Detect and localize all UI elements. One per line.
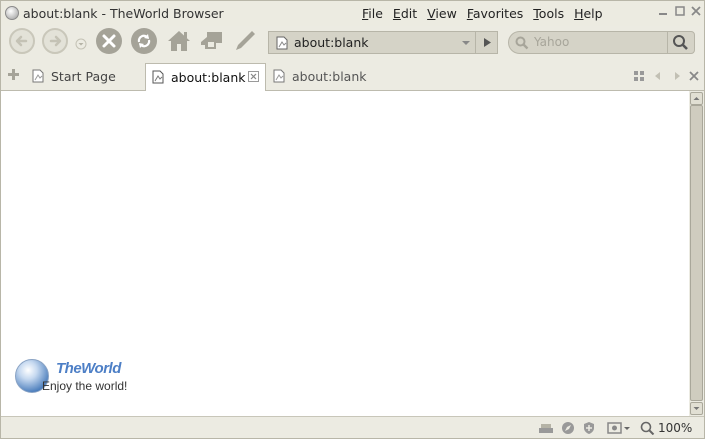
page-icon	[276, 36, 288, 53]
menu-favorites[interactable]: Favorites	[467, 6, 523, 21]
zoom-icon[interactable]	[640, 421, 655, 438]
screenshot-icon[interactable]	[607, 421, 631, 438]
scroll-down-icon[interactable]	[690, 402, 703, 415]
logo-brand: TheWorld	[56, 360, 121, 377]
tab-label: about:blank	[292, 69, 367, 84]
vertical-scrollbar[interactable]	[689, 91, 704, 416]
edit-pencil-icon[interactable]	[233, 29, 257, 56]
zoom-level[interactable]: 100%	[658, 421, 692, 435]
page-icon	[32, 69, 44, 86]
page-content[interactable]: TheWorld Enjoy the world!	[1, 91, 689, 416]
home-icon[interactable]	[166, 29, 192, 56]
minimize-icon[interactable]	[656, 6, 670, 19]
logo-tagline: Enjoy the world!	[42, 379, 128, 393]
scrollbar-thumb[interactable]	[690, 105, 703, 401]
theworld-logo: TheWorld Enjoy the world!	[15, 357, 135, 397]
address-dropdown-icon[interactable]	[459, 32, 473, 53]
search-icon	[673, 35, 688, 50]
close-all-tabs-icon[interactable]	[689, 70, 699, 84]
search-box[interactable]: Yahoo	[508, 31, 695, 54]
toolbar: about:blank Yahoo	[1, 26, 704, 60]
address-value[interactable]: about:blank	[294, 35, 369, 50]
menu-edit[interactable]: Edit	[393, 6, 417, 21]
search-placeholder[interactable]: Yahoo	[534, 35, 569, 49]
menu-tools[interactable]: Tools	[533, 6, 564, 21]
back-arrow-icon	[15, 35, 28, 47]
restore-tab-icon[interactable]	[199, 29, 225, 56]
back-button[interactable]	[9, 28, 35, 54]
close-tab-icon[interactable]	[248, 71, 259, 82]
browser-window: about:blank - TheWorld Browser File Edit…	[0, 0, 705, 439]
tab-label: about:blank	[171, 70, 246, 85]
tab-start-page[interactable]: Start Page	[26, 63, 144, 90]
shield-icon[interactable]	[582, 421, 596, 438]
refresh-icon	[137, 34, 151, 48]
stop-button[interactable]	[96, 28, 122, 54]
go-button[interactable]	[475, 32, 498, 53]
tab-about-blank[interactable]: about:blank	[267, 63, 385, 90]
app-icon[interactable]	[5, 6, 19, 20]
menu-file[interactable]: File	[362, 6, 383, 21]
status-bar: 100%	[1, 416, 704, 438]
window-title: about:blank - TheWorld Browser	[23, 6, 224, 21]
tab-active[interactable]: about:blank	[145, 63, 266, 91]
tab-scroll-left-icon[interactable]	[653, 70, 663, 84]
compass-icon[interactable]	[561, 421, 575, 438]
tab-label: Start Page	[51, 69, 116, 84]
menu-view[interactable]: View	[427, 6, 457, 21]
page-icon	[273, 69, 285, 86]
search-button[interactable]	[667, 32, 694, 53]
tab-scroll-right-icon[interactable]	[672, 70, 682, 84]
tab-bar: Start Page about:blank about:blank	[1, 60, 704, 91]
close-window-icon[interactable]	[689, 6, 703, 19]
refresh-button[interactable]	[131, 28, 157, 54]
search-engine-icon[interactable]	[515, 36, 529, 53]
address-bar[interactable]: about:blank	[268, 31, 498, 54]
tab-grid-icon[interactable]	[634, 70, 644, 84]
scroll-up-icon[interactable]	[690, 92, 703, 105]
forward-button[interactable]	[42, 28, 68, 54]
maximize-icon[interactable]	[673, 6, 687, 19]
stop-icon	[102, 34, 116, 48]
page-icon	[152, 70, 164, 87]
network-icon[interactable]	[538, 421, 554, 438]
forward-arrow-icon	[49, 35, 62, 47]
title-bar: about:blank - TheWorld Browser File Edit…	[1, 1, 704, 26]
menu-help[interactable]: Help	[574, 6, 603, 21]
new-tab-icon[interactable]	[7, 68, 20, 84]
history-dropdown-icon[interactable]	[75, 38, 87, 53]
menu-bar: File Edit View Favorites Tools Help	[362, 6, 613, 21]
